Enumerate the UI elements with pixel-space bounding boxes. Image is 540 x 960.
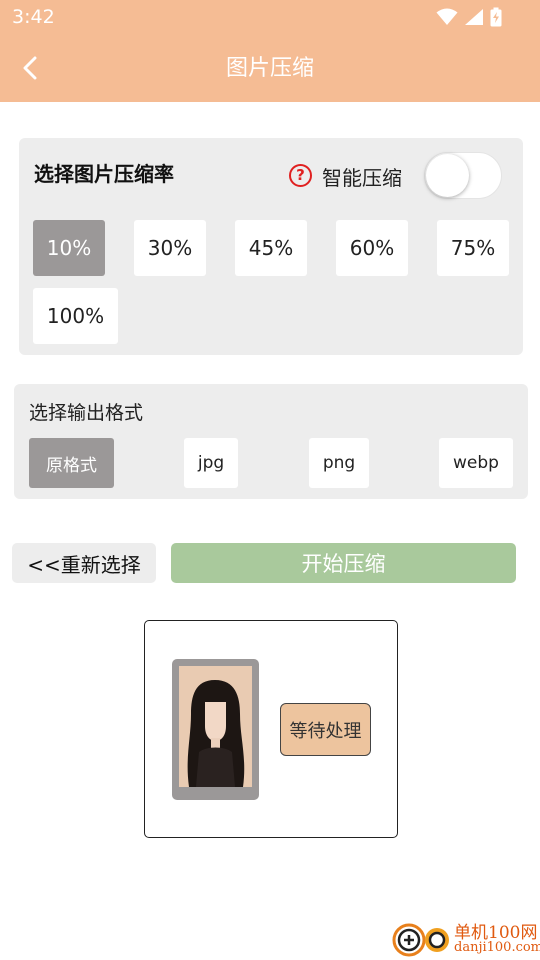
format-option-original[interactable]: 原格式 [29,438,114,488]
processing-status-badge: 等待处理 [280,703,371,756]
format-option-png[interactable]: png [309,438,369,488]
format-option-webp[interactable]: webp [439,438,513,488]
format-option-jpg[interactable]: jpg [184,438,238,488]
preview-panel: 等待处理 [144,620,398,838]
app-header: 3:42 图片压缩 [0,0,540,102]
image-thumbnail[interactable] [172,659,259,800]
signal-icon [465,9,483,25]
rate-option-45[interactable]: 45% [235,220,307,276]
rate-option-30[interactable]: 30% [134,220,206,276]
status-time: 3:42 [12,6,55,28]
wifi-icon [436,8,458,25]
rate-option-10[interactable]: 10% [33,220,105,276]
reselect-button[interactable]: <<重新选择 [12,543,156,583]
compression-rate-card: 选择图片压缩率 ? 智能压缩 10% 30% 45% 60% 75% 100% [19,138,523,355]
battery-icon [490,7,502,27]
rate-option-100[interactable]: 100% [33,288,118,344]
watermark-logo-icon [392,923,449,957]
watermark: 单机100网 danji100.com [392,916,540,960]
help-icon[interactable]: ? [289,164,312,187]
start-compress-button[interactable]: 开始压缩 [171,543,516,583]
watermark-url: danji100.com [454,940,540,955]
output-format-card: 选择输出格式 原格式 jpg png webp [14,384,528,499]
output-format-title: 选择输出格式 [29,402,144,424]
status-icons [436,6,502,28]
toggle-knob [426,154,469,197]
rate-option-75[interactable]: 75% [437,220,509,276]
page-title: 图片压缩 [225,56,314,81]
compression-rate-title: 选择图片压缩率 [34,162,174,186]
smart-compress-label: 智能压缩 [322,166,402,190]
rate-option-60[interactable]: 60% [336,220,408,276]
portrait-photo [179,666,252,787]
smart-compress-toggle[interactable] [424,152,502,199]
